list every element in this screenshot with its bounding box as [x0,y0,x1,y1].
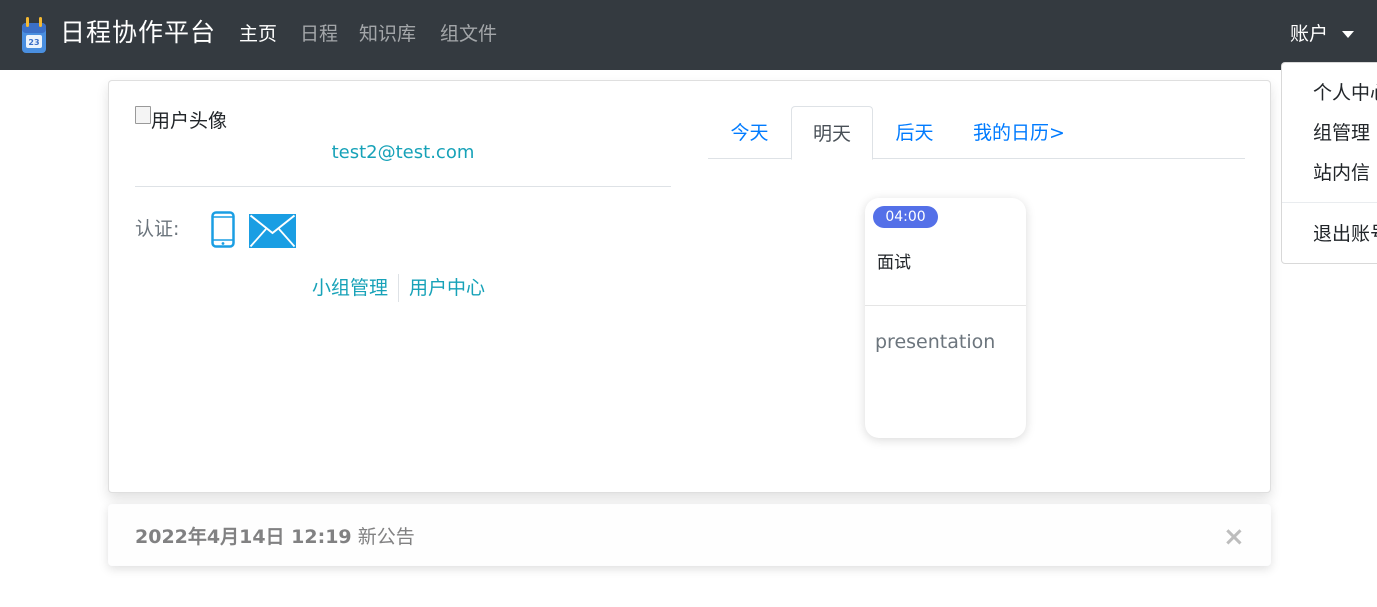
navbar: 23 日程协作平台 主页 日程 知识库 组文件 账户 [0,0,1377,70]
user-email: test2@test.com [331,142,475,163]
dropdown-item-profile[interactable]: 个人中心 [1313,79,1377,107]
svg-text:23: 23 [28,38,39,47]
account-dropdown: 个人中心 组管理 站内信 退出账号 [1281,62,1377,264]
dropdown-divider [1282,202,1377,203]
day-tabs: 今天 明天 后天 我的日历> [708,106,1245,160]
time-badge: 04:00 [873,206,938,228]
tab-my-calendar[interactable]: 我的日历> [956,106,1082,159]
brand-title[interactable]: 日程协作平台 [60,16,216,50]
announcement-title: 新公告 [357,526,415,548]
verify-label: 认证: [135,218,180,240]
schedule-card[interactable]: 04:00 面试 presentation [865,198,1026,438]
profile-links: 小组管理 用户中心 [312,274,495,302]
nav-link-knowledge[interactable]: 知识库 [359,20,416,48]
caret-down-icon[interactable] [1342,31,1354,38]
tab-today[interactable]: 今天 [708,106,791,159]
main-card: 用户头像 test2@test.com 认证: 小组管理 用户中心 今天 明天 … [108,80,1271,493]
dropdown-item-logout[interactable]: 退出账号 [1313,220,1377,248]
avatar-alt-text: 用户头像 [151,110,228,132]
announcement-text: 2022年4月14日 12:19 新公告 [135,523,415,551]
dropdown-item-messages[interactable]: 站内信 [1313,159,1370,187]
account-menu-toggle[interactable]: 账户 [1290,20,1328,48]
nav-link-schedule[interactable]: 日程 [300,20,338,48]
tab-day-after[interactable]: 后天 [873,106,956,159]
mail-icon[interactable] [249,214,296,248]
broken-image-icon [135,106,151,124]
schedule-description: presentation [875,331,996,353]
tab-tomorrow[interactable]: 明天 [791,106,873,160]
avatar: 用户头像 [135,106,228,135]
nav-link-home[interactable]: 主页 [239,20,277,48]
user-center-link[interactable]: 用户中心 [399,274,495,302]
announcement-date: 2022年4月14日 12:19 [135,526,352,548]
profile-divider [135,186,671,187]
calendar-logo-icon[interactable]: 23 [20,15,48,55]
close-icon[interactable]: × [1223,523,1245,551]
group-manage-link[interactable]: 小组管理 [312,274,400,302]
schedule-title: 面试 [877,253,911,273]
nav-link-group-files[interactable]: 组文件 [440,20,497,48]
phone-icon[interactable] [211,211,235,248]
dropdown-item-group-manage[interactable]: 组管理 [1313,119,1370,147]
announcement-alert: 2022年4月14日 12:19 新公告 × [108,504,1271,566]
schedule-divider [865,305,1026,306]
